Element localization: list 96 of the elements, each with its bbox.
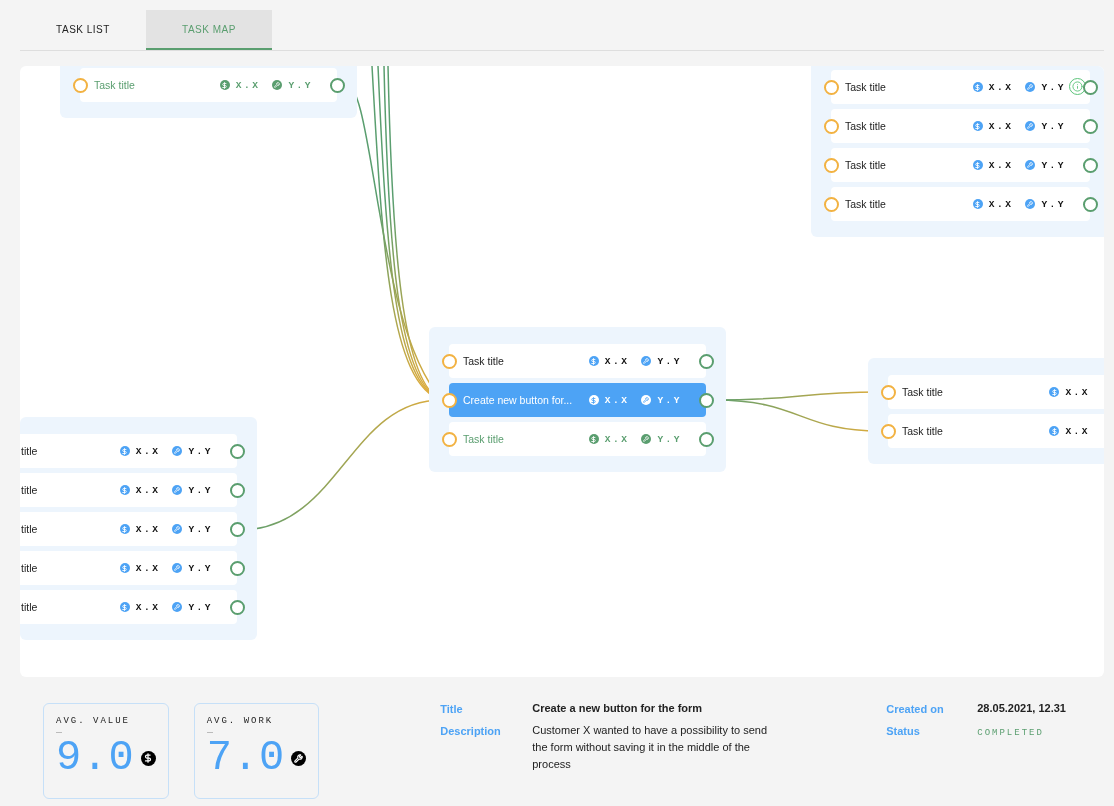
wrench-icon (272, 80, 283, 90)
dollar-icon (588, 395, 599, 405)
detail-label: Title (440, 703, 464, 717)
dollar-icon (588, 434, 599, 444)
wrench-icon (641, 356, 652, 366)
task-row[interactable]: Task title X.X Y.Y (831, 70, 1090, 104)
wrench-icon (172, 485, 183, 495)
work-text: Y.Y (288, 79, 313, 91)
task-title: title (21, 523, 39, 535)
wrench-icon (172, 524, 183, 534)
value-text: X.X (1065, 386, 1090, 398)
stat-label: AVG. WORK (206, 716, 275, 726)
task-row[interactable]: Task title X.X Y.Y (831, 109, 1090, 143)
task-row[interactable]: Task title X.X (888, 375, 1104, 409)
work-text: Y.Y (1041, 120, 1066, 132)
tab[interactable]: TASK LIST (20, 10, 146, 50)
value-text: X.X (135, 523, 161, 535)
work-text: Y.Y (657, 355, 682, 367)
task-row[interactable]: Task title X.X Y.Y (831, 148, 1090, 182)
task-title: Task title (845, 159, 887, 171)
work-text: Y.Y (1041, 159, 1066, 171)
task-title: Task title (845, 81, 887, 93)
wrench-icon (172, 602, 183, 612)
dollar-icon (119, 563, 130, 573)
task-row[interactable]: Task title X.X Y.Y (449, 344, 706, 378)
dollar-icon (972, 121, 983, 131)
dollar-icon (972, 199, 983, 209)
value-text: X.X (988, 81, 1014, 93)
work-text: Y.Y (188, 523, 213, 535)
task-title: Task title (902, 425, 944, 437)
task-title: Task title (463, 433, 505, 445)
dollar-icon (972, 160, 983, 170)
dollar-icon (972, 82, 983, 92)
task-title: Task title (463, 355, 505, 367)
dollar-icon (588, 356, 599, 366)
task-title: title (21, 601, 39, 613)
value-text: X.X (988, 198, 1014, 210)
dollar-icon (219, 80, 230, 90)
dollar-icon (119, 524, 130, 534)
task-row[interactable]: title X.X Y.Y (20, 590, 237, 624)
work-text: Y.Y (188, 562, 213, 574)
task-row[interactable]: title X.X Y.Y (20, 473, 237, 507)
wrench-icon (1025, 160, 1036, 170)
value-text: X.X (135, 445, 161, 457)
task-title: Task title (845, 198, 887, 210)
value-text: X.X (604, 355, 630, 367)
dollar-icon (1049, 387, 1060, 397)
task-row[interactable]: Task title X.X (888, 414, 1104, 448)
value-text: X.X (988, 120, 1014, 132)
task-title: title (21, 445, 39, 457)
value-text: X.X (135, 484, 161, 496)
dollar-icon (119, 485, 130, 495)
task-title: title (21, 562, 39, 574)
task-title: title (21, 484, 39, 496)
task-row[interactable]: Task title X.X Y.Y (831, 187, 1090, 221)
task-row[interactable]: title X.X Y.Y (20, 434, 237, 468)
stat-number: 9.0 (56, 737, 135, 779)
task-title: Task title (902, 386, 944, 398)
value-text: X.X (604, 433, 630, 445)
work-text: Y.Y (657, 433, 682, 445)
wrench-icon (172, 563, 183, 573)
stat-label: AVG. VALUE (56, 716, 131, 726)
work-text: Y.Y (188, 484, 213, 496)
task-row[interactable]: title X.X Y.Y (20, 512, 237, 546)
status-text: COMPLETED (977, 727, 1045, 740)
value-text: X.X (604, 394, 630, 406)
task-title: Task title (94, 79, 136, 91)
dollar-icon (119, 446, 130, 456)
work-text: Y.Y (1041, 81, 1066, 93)
task-title: Create new button for... (463, 394, 574, 406)
wrench-icon (641, 395, 652, 405)
value-text: X.X (988, 159, 1014, 171)
detail-value: 28.05.2021, 12.31 (977, 701, 1067, 716)
work-text: Y.Y (188, 445, 213, 457)
value-text: X.X (1065, 425, 1090, 437)
work-text: Y.Y (188, 601, 213, 613)
work-text: Y.Y (657, 394, 682, 406)
stat-number: 7.0 (206, 737, 286, 779)
dollar-icon (1049, 426, 1060, 436)
wrench-icon (1025, 199, 1036, 209)
detail-value: Create a new button for the form (532, 701, 704, 716)
wrench-icon (1025, 82, 1036, 92)
wrench-icon (1025, 121, 1036, 131)
work-text: Y.Y (1041, 198, 1066, 210)
detail-label: Created on (886, 703, 945, 717)
dollar-icon (119, 602, 130, 612)
wrench-icon (172, 446, 183, 456)
value-text: X.X (235, 79, 261, 91)
wrench-icon (641, 434, 652, 444)
detail-label: Description (440, 725, 502, 739)
task-row[interactable]: title X.X Y.Y (20, 551, 237, 585)
task-title: Task title (845, 120, 887, 132)
detail-label: Status (886, 725, 921, 739)
detail-value: Customer X wanted to have a possibility to send the form without saving it in the middle of the process (532, 723, 769, 772)
value-text: X.X (135, 601, 161, 613)
value-text: X.X (135, 562, 161, 574)
